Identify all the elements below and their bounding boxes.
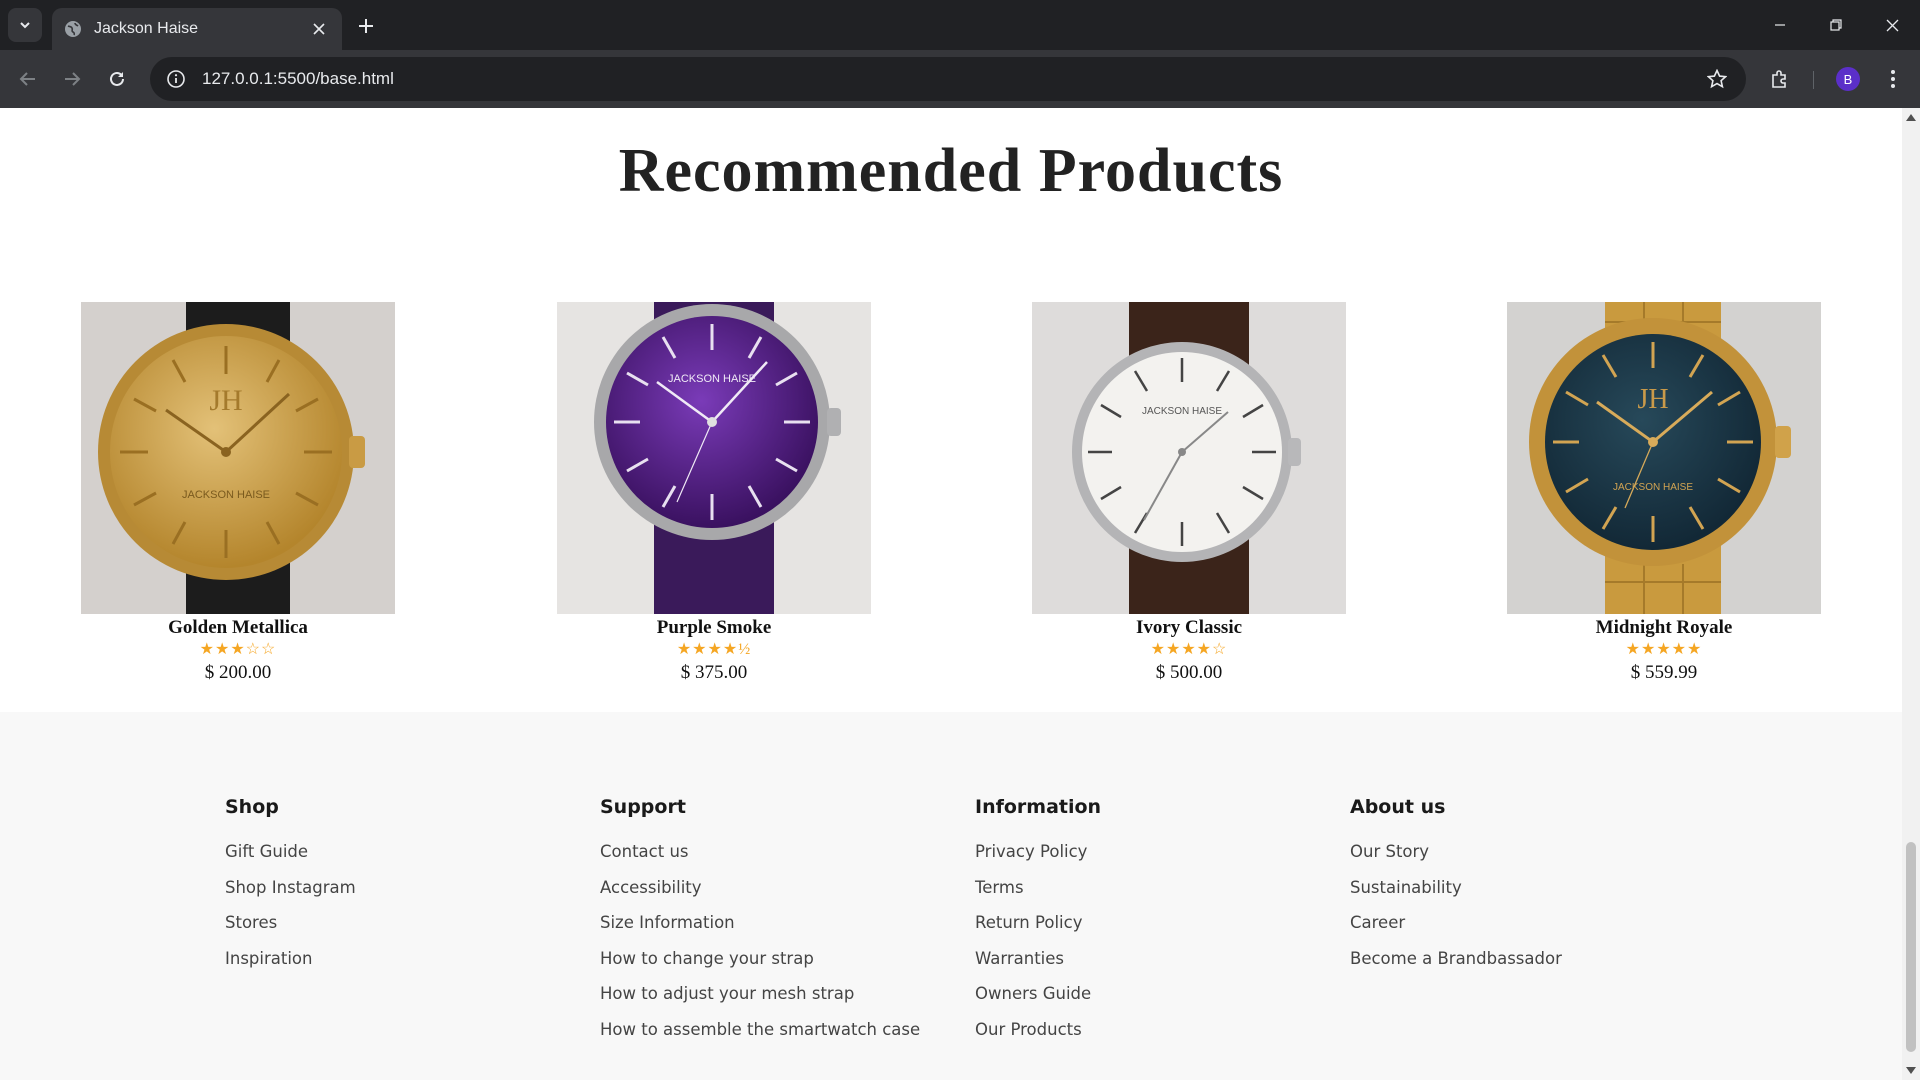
footer-link[interactable]: Return Policy xyxy=(975,905,1305,941)
footer-link[interactable]: Privacy Policy xyxy=(975,834,1305,870)
footer-link[interactable]: Stores xyxy=(225,905,555,941)
profile-avatar[interactable]: B xyxy=(1836,67,1860,91)
dial-monogram: JH xyxy=(1637,384,1668,415)
footer-link[interactable]: Become a Brandbassador xyxy=(1350,941,1680,977)
reload-icon xyxy=(110,71,124,86)
footer-link[interactable]: Inspiration xyxy=(225,941,555,977)
footer-link[interactable]: Our Story xyxy=(1350,834,1680,870)
scrollbar-thumb[interactable] xyxy=(1906,842,1916,1052)
product-rating: ★★★★☆ xyxy=(1150,641,1228,658)
extensions-button[interactable] xyxy=(1764,63,1796,95)
footer-link[interactable]: Owners Guide xyxy=(975,976,1305,1012)
dial-brand-text: JACKSON HAISE xyxy=(668,373,756,385)
reload-button[interactable] xyxy=(101,63,133,95)
browser-menu-button[interactable] xyxy=(1878,63,1908,95)
footer-column-support: Support Contact us Accessibility Size In… xyxy=(600,794,930,1047)
footer-link[interactable]: How to assemble the smartwatch case xyxy=(600,1012,930,1048)
page-scrollbar[interactable] xyxy=(1902,108,1920,1080)
plus-icon xyxy=(359,19,373,33)
back-button[interactable] xyxy=(12,63,44,95)
dial-brand-text: JACKSON HAISE xyxy=(1613,482,1693,493)
page-viewport: Recommended Products JH JACKSON HAISE Go… xyxy=(0,108,1902,1080)
footer-heading: Support xyxy=(600,796,686,818)
new-tab-button[interactable] xyxy=(352,12,380,40)
footer-heading: Shop xyxy=(225,796,279,818)
product-price: $ 375.00 xyxy=(680,662,748,683)
product-image-midnight-royale[interactable]: JH JACKSON HAISE xyxy=(1507,302,1821,614)
dial-brand-text: JACKSON HAISE xyxy=(182,489,270,501)
product-rating: ★★★☆☆ xyxy=(199,641,277,658)
product-card[interactable]: JH JACKSON HAISE Golden Metallica ★★★☆☆ … xyxy=(81,302,395,686)
scroll-down-arrow-icon[interactable] xyxy=(1906,1067,1916,1074)
forward-button[interactable] xyxy=(56,63,88,95)
product-rating: ★★★★★ xyxy=(1625,641,1703,658)
footer-column-about: About us Our Story Sustainability Career… xyxy=(1350,794,1680,976)
globe-icon xyxy=(65,21,81,37)
section-title: Recommended Products xyxy=(618,137,1284,205)
arrow-right-icon xyxy=(65,72,81,86)
restore-button[interactable] xyxy=(1808,0,1864,50)
url-text: 127.0.0.1:5500/base.html xyxy=(202,69,394,88)
site-footer: Shop Gift Guide Shop Instagram Stores In… xyxy=(0,712,1902,1080)
product-image-golden-metallica[interactable]: JH JACKSON HAISE xyxy=(81,302,395,614)
browser-tab-bar: Jackson Haise xyxy=(0,0,1920,50)
footer-link[interactable]: Our Products xyxy=(975,1012,1305,1048)
close-window-button[interactable] xyxy=(1864,0,1920,50)
bookmark-button[interactable] xyxy=(1702,64,1732,94)
footer-link[interactable]: Terms xyxy=(975,870,1305,906)
arrow-left-icon xyxy=(19,72,35,86)
tab-search-button[interactable] xyxy=(8,8,42,42)
restore-icon xyxy=(1830,19,1842,31)
more-vertical-icon xyxy=(1891,70,1895,88)
footer-column-information: Information Privacy Policy Terms Return … xyxy=(975,794,1305,1047)
product-image-ivory-classic[interactable]: JACKSON HAISE xyxy=(1032,302,1346,614)
footer-link[interactable]: Accessibility xyxy=(600,870,930,906)
product-card[interactable]: JACKSON HAISE Purple Smoke ★★★★½ $ 375.0… xyxy=(557,302,871,686)
product-name[interactable]: Golden Metallica xyxy=(81,616,395,640)
tab-title: Jackson Haise xyxy=(94,20,199,37)
address-bar[interactable]: 127.0.0.1:5500/base.html xyxy=(150,57,1746,101)
footer-link[interactable]: Contact us xyxy=(600,834,930,870)
product-rating: ★★★★½ xyxy=(676,641,752,658)
dial-monogram: JH xyxy=(209,384,242,417)
footer-column-shop: Shop Gift Guide Shop Instagram Stores In… xyxy=(225,794,555,976)
info-icon xyxy=(167,70,185,88)
product-name[interactable]: Midnight Royale xyxy=(1507,616,1821,640)
chevron-down-icon xyxy=(20,22,30,29)
footer-link[interactable]: How to change your strap xyxy=(600,941,930,977)
product-price: $ 500.00 xyxy=(1155,662,1223,683)
browser-toolbar: 127.0.0.1:5500/base.html xyxy=(0,50,1920,108)
product-card[interactable]: JACKSON HAISE Ivory Classic ★★★★☆ $ 500.… xyxy=(1032,302,1346,686)
footer-link[interactable]: How to adjust your mesh strap xyxy=(600,976,930,1012)
footer-link[interactable]: Size Information xyxy=(600,905,930,941)
product-name[interactable]: Ivory Classic xyxy=(1032,616,1346,640)
product-card[interactable]: JH JACKSON HAISE Midnight Royale ★★★★★ $… xyxy=(1507,302,1821,686)
browser-tab[interactable]: Jackson Haise xyxy=(52,8,342,50)
dial-brand-text: JACKSON HAISE xyxy=(1142,406,1222,417)
footer-heading: Information xyxy=(975,796,1102,818)
star-outline-icon xyxy=(1707,69,1727,89)
window-controls xyxy=(1752,0,1920,50)
footer-link[interactable]: Warranties xyxy=(975,941,1305,977)
product-price: $ 200.00 xyxy=(204,662,272,683)
footer-link[interactable]: Career xyxy=(1350,905,1680,941)
minimize-button[interactable] xyxy=(1752,0,1808,50)
close-icon xyxy=(1886,19,1898,31)
tab-close-button[interactable] xyxy=(308,18,330,40)
scroll-up-arrow-icon[interactable] xyxy=(1906,114,1916,121)
site-info-button[interactable] xyxy=(164,67,188,91)
footer-link[interactable]: Gift Guide xyxy=(225,834,555,870)
minimize-icon xyxy=(1775,24,1785,26)
footer-heading: About us xyxy=(1350,796,1446,818)
product-price: $ 559.99 xyxy=(1630,662,1698,683)
puzzle-icon xyxy=(1772,70,1786,88)
footer-link[interactable]: Shop Instagram xyxy=(225,870,555,906)
product-name[interactable]: Purple Smoke xyxy=(557,616,871,640)
toolbar-divider xyxy=(1813,71,1814,89)
product-image-purple-smoke[interactable]: JACKSON HAISE xyxy=(557,302,871,614)
close-icon xyxy=(313,23,325,35)
footer-link[interactable]: Sustainability xyxy=(1350,870,1680,906)
